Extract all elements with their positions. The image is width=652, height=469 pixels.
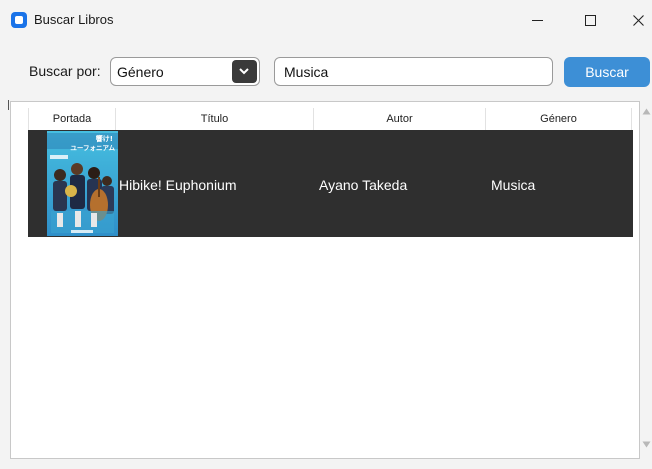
scroll-up-arrow-icon[interactable] <box>642 108 651 115</box>
window-title: Buscar Libros <box>34 12 114 27</box>
maximize-button[interactable] <box>567 0 613 40</box>
column-header-title[interactable]: Título <box>116 108 314 130</box>
close-button[interactable] <box>614 0 652 40</box>
table-header: Portada Título Autor Género <box>19 108 634 130</box>
svg-text:ユーフォニアム: ユーフォニアム <box>70 144 115 152</box>
table-row[interactable]: 響け! ユーフォニアム Hibike! Euphonium Ayano Take… <box>28 130 633 237</box>
column-header-genre[interactable]: Género <box>486 108 632 130</box>
divider <box>8 100 9 110</box>
cell-title: Hibike! Euphonium <box>119 177 237 193</box>
close-icon <box>633 15 644 26</box>
app-icon <box>11 12 27 28</box>
search-button[interactable]: Buscar <box>564 57 650 87</box>
minimize-button[interactable] <box>515 0 561 40</box>
search-field-value: Género <box>117 64 164 80</box>
svg-text:響け!: 響け! <box>96 134 113 143</box>
scroll-down-arrow-icon[interactable] <box>642 441 651 448</box>
search-input[interactable] <box>274 57 553 86</box>
book-cover-image: 響け! ユーフォニアム <box>47 131 118 236</box>
title-bar: Buscar Libros <box>0 0 652 40</box>
chevron-down-icon <box>239 68 249 75</box>
cell-author: Ayano Takeda <box>319 177 408 193</box>
dropdown-button[interactable] <box>232 60 257 83</box>
column-header-cover[interactable]: Portada <box>28 108 116 130</box>
search-field-select[interactable]: Género <box>110 57 260 86</box>
search-by-label: Buscar por: <box>29 63 101 79</box>
cell-genre: Musica <box>491 177 536 193</box>
column-header-author[interactable]: Autor <box>314 108 486 130</box>
